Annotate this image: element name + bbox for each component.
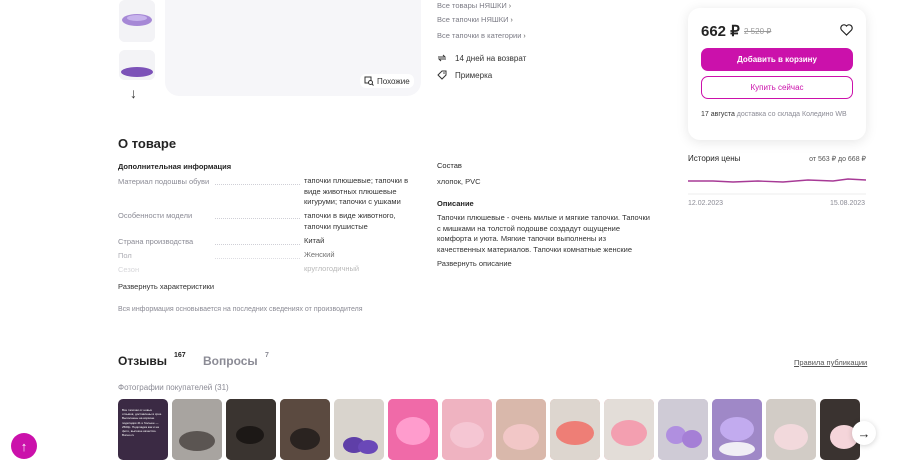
search-similar-icon — [364, 76, 374, 86]
customer-photo[interactable] — [388, 399, 438, 460]
price-history-title: История цены — [688, 154, 741, 163]
description-text: Тапочки плюшевые - очень милые и мягкие … — [437, 213, 650, 254]
similar-label: Похожие — [377, 76, 410, 86]
char-dots — [215, 218, 300, 219]
description-heading: Описание — [437, 199, 474, 208]
current-price: 662 ₽ — [701, 23, 740, 40]
gallery-thumb-1[interactable] — [119, 0, 155, 42]
customer-photo[interactable] — [496, 399, 546, 460]
composition-value: хлопок, PVC — [437, 177, 481, 186]
price-history-range: от 563 ₽ до 668 ₽ — [809, 156, 866, 163]
price-history-chart — [688, 178, 866, 195]
customer-photo[interactable] — [712, 399, 762, 460]
arrow-up-icon[interactable]: ↑ — [11, 433, 37, 459]
char-name: Сезон — [118, 265, 140, 274]
gallery-thumb-2[interactable] — [119, 50, 155, 80]
customer-photo[interactable] — [766, 399, 816, 460]
return-feature: 14 дней на возврат — [437, 53, 526, 63]
char-value: Женский — [304, 250, 335, 259]
price-history-start-date: 12.02.2023 — [688, 200, 724, 207]
about-title: О товаре — [118, 136, 177, 151]
price-history-line — [688, 178, 866, 183]
tab-questions[interactable]: Вопросы — [203, 354, 258, 368]
delivery-info: 17 августа доставка со склада Коледино W… — [701, 111, 847, 118]
char-value: тапочки в виде животного, тапочки пушист… — [304, 211, 396, 231]
customer-photos-title: Фотографии покупателей (31) — [118, 383, 229, 392]
customer-photo[interactable] — [226, 399, 276, 460]
customer-photo-note: Все тапочки от новых отзывов, доставлены… — [122, 408, 162, 438]
tag-icon — [437, 70, 447, 80]
return-arrows-icon — [437, 54, 447, 62]
tab-reviews[interactable]: Отзывы — [118, 354, 167, 368]
price-history-end-date: 15.08.2023 — [830, 200, 866, 207]
char-value: тапочки плюшевые; тапочки в виде животны… — [304, 176, 409, 206]
questions-count: 7 — [265, 352, 269, 359]
char-value: Китай — [304, 236, 325, 245]
additional-info-heading: Дополнительная информация — [118, 162, 232, 171]
char-dots — [215, 244, 300, 245]
customer-photo[interactable] — [658, 399, 708, 460]
add-to-cart-button[interactable]: Добавить в корзину — [701, 48, 853, 71]
expand-description-link[interactable]: Развернуть описание — [437, 259, 512, 268]
expand-characteristics-link[interactable]: Развернуть характеристики — [118, 282, 214, 291]
char-dots — [215, 258, 300, 259]
customer-photo[interactable] — [334, 399, 384, 460]
link-all-category-slippers[interactable]: Все тапочки в категории › — [437, 31, 526, 40]
buy-now-button[interactable]: Купить сейчас — [701, 76, 853, 99]
similar-button[interactable]: Похожие — [360, 74, 414, 88]
publication-rules-link[interactable]: Правила публикации — [794, 358, 867, 367]
composition-heading: Состав — [437, 161, 462, 170]
customer-photo[interactable]: Все тапочки от новых отзывов, доставлены… — [118, 399, 168, 460]
link-all-brand-slippers[interactable]: Все тапочки НЯШКИ › — [437, 15, 513, 24]
arrow-down-icon[interactable]: ↓ — [130, 85, 137, 101]
customer-photo[interactable] — [604, 399, 654, 460]
customer-photo[interactable] — [280, 399, 330, 460]
link-all-brand-products[interactable]: Все товары НЯШКИ › — [437, 1, 511, 10]
char-value: круглогодичный — [304, 264, 360, 273]
char-dots — [215, 184, 300, 185]
fitting-feature: Примерка — [437, 70, 492, 80]
customer-photo[interactable] — [442, 399, 492, 460]
customer-photo[interactable] — [550, 399, 600, 460]
old-price: 2 520 ₽ — [744, 27, 772, 36]
heart-icon[interactable] — [840, 23, 853, 41]
reviews-count: 167 — [174, 352, 186, 359]
price-card: 662 ₽ 2 520 ₽ Добавить в корзину Купить … — [688, 8, 866, 140]
manufacturer-note: Вся информация основывается на последних… — [118, 306, 363, 313]
customer-photo[interactable] — [172, 399, 222, 460]
arrow-right-icon[interactable]: → — [852, 421, 876, 445]
